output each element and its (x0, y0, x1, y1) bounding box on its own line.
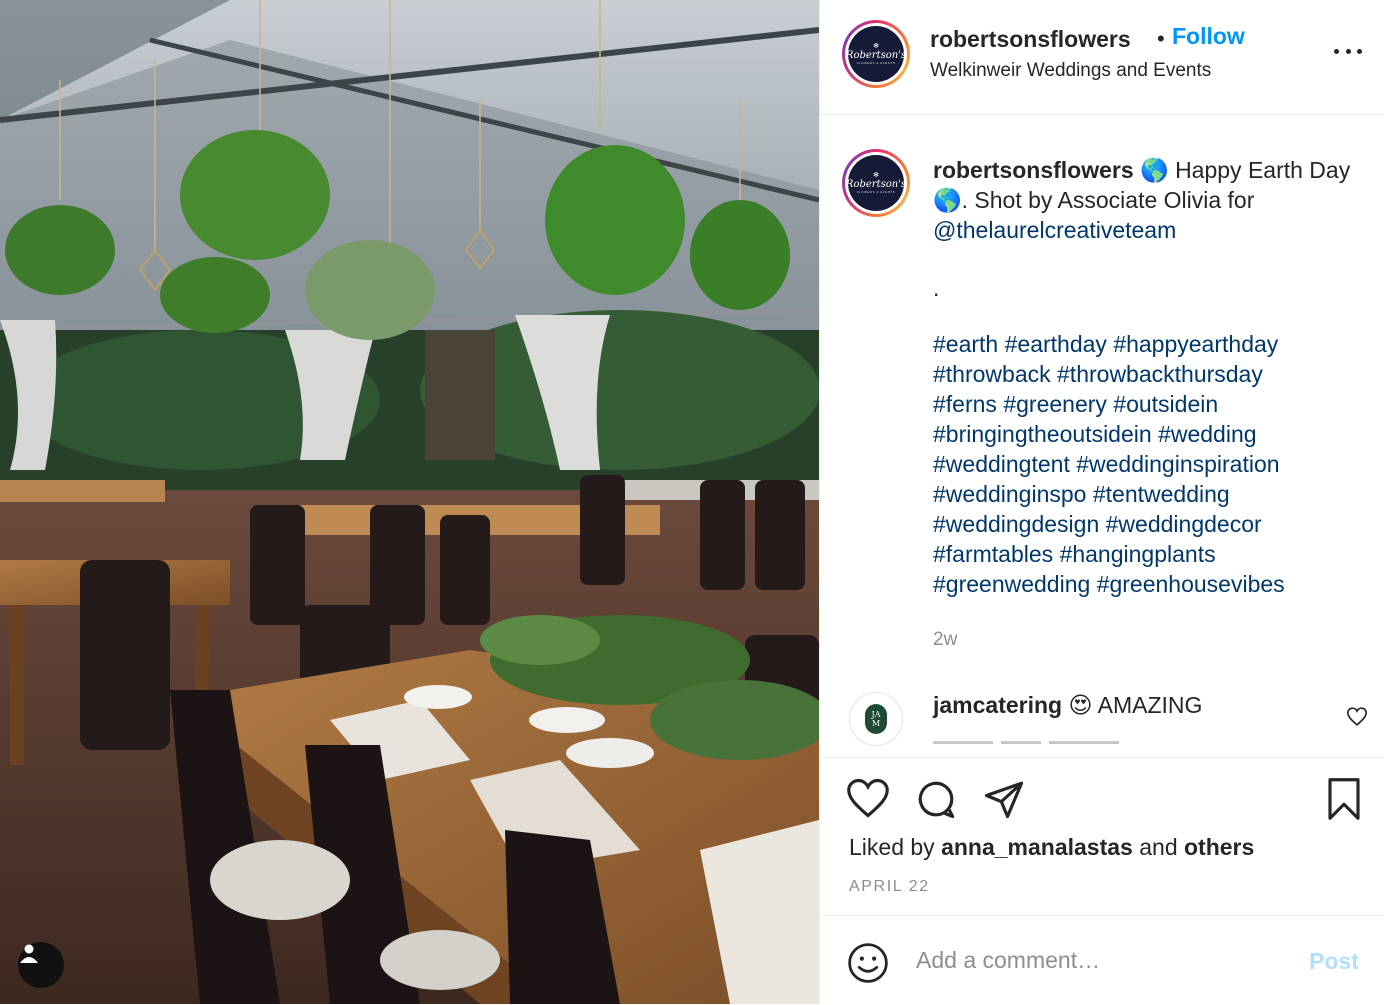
post-photo[interactable] (0, 0, 819, 1004)
caption-dot: . (933, 275, 940, 301)
next-comment-clipped (933, 741, 1153, 751)
hashtag[interactable]: #earthday (1005, 331, 1107, 357)
hashtag[interactable]: #wedding (1158, 421, 1256, 447)
comment-username[interactable]: jamcatering (933, 692, 1062, 718)
comment-heart-icon[interactable] (1346, 707, 1368, 731)
likes-prefix: Liked by (849, 834, 942, 860)
caption-author-avatar[interactable]: ✻ Robertson's FLOWERS & EVENTS (842, 149, 910, 217)
comment-bubble-icon[interactable] (915, 778, 957, 825)
comment-row: jamcatering 😍 AMAZING (933, 692, 1202, 719)
post-header: ✻ Robertson's FLOWERS & EVENTS robertson… (820, 0, 1384, 115)
add-comment-bar: Post (820, 915, 1384, 1005)
post-comment-button[interactable]: Post (1309, 948, 1359, 975)
logo-subtitle: FLOWERS & EVENTS (856, 190, 896, 194)
caption-username[interactable]: robertsonsflowers (933, 157, 1134, 183)
hashtag[interactable]: #throwback (933, 361, 1051, 387)
jam-logo: JA M (865, 704, 887, 734)
hashtag[interactable]: #weddinginspo (933, 481, 1086, 507)
comments-section[interactable]: ✻ Robertson's FLOWERS & EVENTS robertson… (820, 115, 1384, 755)
likes-user-link[interactable]: anna_manalastas (941, 834, 1133, 860)
hashtag[interactable]: #weddinginspiration (1076, 451, 1279, 477)
hashtag[interactable]: #weddingdecor (1106, 511, 1262, 537)
header-username[interactable]: robertsonsflowers (930, 26, 1131, 53)
comment-text: 😍 AMAZING (1062, 692, 1203, 718)
smiley-icon[interactable] (847, 942, 889, 989)
hashtag[interactable]: #greenhousevibes (1097, 571, 1285, 597)
hashtag[interactable]: #weddingdesign (933, 511, 1099, 537)
post-caption: robertsonsflowers 🌎 Happy Earth Day 🌎. S… (933, 155, 1353, 599)
flower-logo-icon: ✻ (873, 43, 879, 50)
author-avatar[interactable]: ✻ Robertson's FLOWERS & EVENTS (842, 20, 910, 88)
follow-button[interactable]: Follow (1172, 23, 1245, 50)
ellipsis-icon[interactable] (1334, 44, 1362, 58)
post-actions: Liked by anna_manalastas and others APRI… (820, 757, 1384, 916)
paper-plane-icon[interactable] (983, 778, 1025, 825)
robertsons-logo: ✻ Robertson's FLOWERS & EVENTS (845, 26, 907, 82)
hashtag[interactable]: #greenwedding (933, 571, 1090, 597)
hashtag[interactable]: #earth (933, 331, 998, 357)
user-tag-icon[interactable] (18, 942, 64, 988)
instagram-post: ✻ Robertson's FLOWERS & EVENTS robertson… (0, 0, 1384, 1004)
wedding-tent-photo (0, 0, 819, 1004)
heart-icon[interactable] (847, 778, 889, 823)
hashtag[interactable]: #ferns (933, 391, 997, 417)
hashtag[interactable]: #tentwedding (1093, 481, 1230, 507)
commenter-avatar[interactable]: JA M (849, 692, 903, 746)
robertsons-logo: ✻ Robertson's FLOWERS & EVENTS (845, 155, 907, 211)
jam-logo-bottom: M (871, 719, 881, 728)
hashtag[interactable]: #farmtables (933, 541, 1053, 567)
hashtag[interactable]: #hangingplants (1060, 541, 1216, 567)
caption-hashtags: #earth #earthday #happyearthday #throwba… (933, 329, 1353, 599)
likes-summary: Liked by anna_manalastas and others (849, 834, 1254, 861)
location-link[interactable]: Welkinweir Weddings and Events (930, 60, 1211, 82)
logo-text: Robertson's (845, 50, 907, 61)
hashtag[interactable]: #outsidein (1113, 391, 1218, 417)
hashtag[interactable]: #happyearthday (1113, 331, 1278, 357)
header-separator: • (1157, 26, 1165, 51)
hashtag[interactable]: #weddingtent (933, 451, 1070, 477)
caption-mention[interactable]: @thelaurelcreativeteam (933, 217, 1176, 243)
post-side-panel: ✻ Robertson's FLOWERS & EVENTS robertson… (819, 0, 1384, 1004)
bookmark-icon[interactable] (1325, 778, 1363, 825)
hashtag[interactable]: #throwbackthursday (1057, 361, 1263, 387)
logo-text: Robertson's (845, 179, 907, 190)
hashtag[interactable]: #bringingtheoutsidein (933, 421, 1152, 447)
add-comment-input[interactable] (916, 942, 1286, 978)
jam-logo-top: JA (871, 710, 881, 719)
likes-others-link[interactable]: others (1184, 834, 1254, 860)
hashtag[interactable]: #greenery (1003, 391, 1107, 417)
flower-logo-icon: ✻ (873, 172, 879, 179)
post-date[interactable]: APRIL 22 (849, 878, 930, 896)
caption-timestamp[interactable]: 2w (933, 629, 957, 651)
logo-subtitle: FLOWERS & EVENTS (856, 61, 896, 65)
likes-middle: and (1132, 834, 1184, 860)
